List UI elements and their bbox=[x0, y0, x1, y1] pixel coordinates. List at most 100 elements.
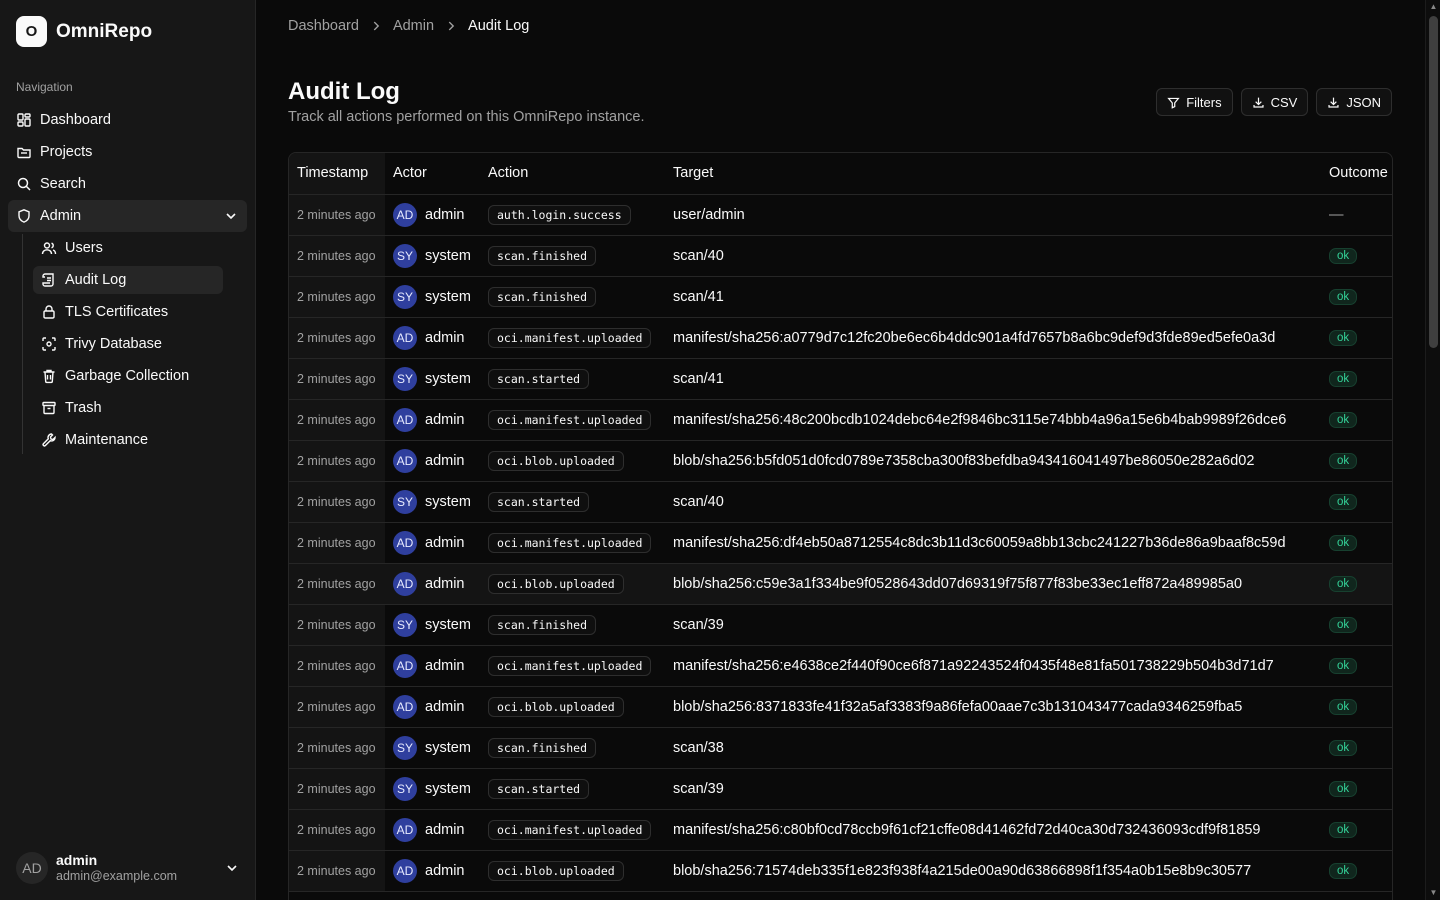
table-row[interactable]: 2 minutes ago AD admin oci.blob.uploaded blo… bbox=[289, 686, 1392, 727]
column-header-action[interactable]: Action bbox=[480, 153, 665, 195]
table-row[interactable]: 2 minutes ago SY system scan.finished scan/3… bbox=[289, 727, 1392, 768]
action-badge: oci.manifest.uploaded bbox=[488, 409, 652, 430]
sidebar-item-trivy-database[interactable]: Trivy Database bbox=[33, 330, 223, 358]
filters-button[interactable]: Filters bbox=[1156, 88, 1233, 116]
cell-action: oci.blob.uploaded bbox=[480, 850, 665, 891]
dashboard-icon bbox=[17, 113, 31, 127]
table-row[interactable]: 2 minutes ago SY system scan.finished scan/3… bbox=[289, 604, 1392, 645]
cell-outcome: ok bbox=[1321, 399, 1392, 440]
filter-icon bbox=[1167, 97, 1180, 109]
actor-name: system bbox=[425, 780, 471, 797]
sidebar-item-admin[interactable]: Admin bbox=[8, 200, 247, 232]
status-badge: ok bbox=[1329, 699, 1358, 715]
table-row[interactable]: 2 minutes ago AD admin oci.manifest.uploade… bbox=[289, 645, 1392, 686]
status-badge: ok bbox=[1329, 863, 1358, 879]
cell-actor: SY system bbox=[385, 481, 480, 522]
cell-outcome: ok bbox=[1321, 645, 1392, 686]
table-row[interactable]: 2 minutes ago SY system scan.started scan/40… bbox=[289, 481, 1392, 522]
column-header-timestamp[interactable]: Timestamp bbox=[289, 153, 385, 195]
chevron-down-icon[interactable] bbox=[223, 208, 239, 224]
table-row[interactable]: 2 minutes ago AD admin oci.manifest.uploade… bbox=[289, 809, 1392, 850]
chevron-down-icon[interactable] bbox=[224, 860, 240, 876]
chevron-right-icon bbox=[448, 21, 455, 31]
sidebar-item-label: Admin bbox=[40, 208, 82, 224]
table-row[interactable]: 2 minutes ago AD admin oci.blob.uploaded blo… bbox=[289, 850, 1392, 891]
table-row[interactable]: 2 minutes ago AD admin oci.blob.uploaded blo… bbox=[289, 440, 1392, 481]
cell-outcome: ok bbox=[1321, 440, 1392, 481]
scrollbar[interactable]: ▲ ▼ bbox=[1425, 0, 1440, 900]
sidebar-item-users[interactable]: Users bbox=[33, 234, 223, 262]
column-header-actor[interactable]: Actor bbox=[385, 153, 480, 195]
status-badge: ok bbox=[1329, 330, 1358, 346]
sidebar-item-label: Search bbox=[40, 176, 86, 192]
breadcrumb-current: Audit Log bbox=[468, 18, 530, 34]
breadcrumb-admin[interactable]: Admin bbox=[393, 18, 434, 34]
json-label: JSON bbox=[1346, 94, 1381, 110]
action-badge: scan.started bbox=[488, 368, 590, 389]
avatar: SY bbox=[393, 489, 417, 514]
actor-name: admin bbox=[425, 206, 465, 223]
cell-outcome: ok bbox=[1321, 727, 1392, 768]
avatar: AD bbox=[16, 852, 48, 884]
cell-outcome: ok bbox=[1321, 276, 1392, 317]
action-badge: scan.finished bbox=[488, 614, 597, 635]
cell-actor: SY system bbox=[385, 235, 480, 276]
breadcrumb-dashboard[interactable]: Dashboard bbox=[288, 18, 359, 34]
sidebar-item-search[interactable]: Search bbox=[8, 168, 247, 200]
table-row[interactable]: 2 minutes ago SY system scan.started scan/41… bbox=[289, 358, 1392, 399]
scan-icon bbox=[42, 337, 56, 351]
cell-actor: AD admin bbox=[385, 522, 480, 563]
sidebar-item-dashboard[interactable]: Dashboard bbox=[8, 104, 247, 136]
cell-target: manifest/sha256:a0779d7c12fc20be6ec6b4dd… bbox=[673, 329, 1276, 346]
table-row[interactable]: 2 minutes ago AD admin oci.manifest.uploade… bbox=[289, 317, 1392, 358]
status-badge: ok bbox=[1329, 576, 1358, 592]
sidebar-item-projects[interactable]: Projects bbox=[8, 136, 247, 168]
avatar: AD bbox=[393, 202, 417, 227]
actor: AD admin bbox=[393, 571, 472, 596]
table-row[interactable]: 2 minutes ago AD admin auth.login.success us… bbox=[289, 194, 1392, 235]
user-menu[interactable]: AD admin admin@example.com bbox=[16, 852, 240, 884]
cell-actor: SY system bbox=[385, 358, 480, 399]
status-badge: ok bbox=[1329, 453, 1358, 469]
sidebar-item-tls-certificates[interactable]: TLS Certificates bbox=[33, 298, 223, 326]
table-row[interactable]: 2 minutes ago SY system scan.finished scan/4… bbox=[289, 276, 1392, 317]
table-row[interactable]: 2 minutes ago AD admin oci.manifest.uploade… bbox=[289, 399, 1392, 440]
brand-logo: O bbox=[16, 16, 47, 47]
column-header-target[interactable]: Target bbox=[665, 153, 1321, 195]
table-row[interactable]: 2 minutes ago AD admin oci.manifest.uploade… bbox=[289, 522, 1392, 563]
cell-action: scan.finished bbox=[480, 276, 665, 317]
sidebar-item-trash[interactable]: Trash bbox=[33, 394, 223, 422]
scroll-down-arrow-icon[interactable]: ▼ bbox=[1429, 889, 1438, 897]
scroll-up-arrow-icon[interactable]: ▲ bbox=[1429, 3, 1438, 11]
avatar: AD bbox=[393, 653, 417, 678]
avatar: AD bbox=[393, 325, 417, 350]
table-row[interactable]: 2 minutes ago SY system scan.started scan/39… bbox=[289, 768, 1392, 809]
cell-timestamp: 2 minutes ago bbox=[289, 317, 385, 358]
export-csv-button[interactable]: CSV bbox=[1240, 88, 1309, 116]
filters-label: Filters bbox=[1186, 94, 1222, 110]
actor-name: system bbox=[425, 370, 471, 387]
cell-timestamp: 2 minutes ago bbox=[289, 481, 385, 522]
actor-name: admin bbox=[425, 575, 465, 592]
actor: AD admin bbox=[393, 202, 472, 227]
cell-target: blob/sha256:8371833fe41f32a5af3383f9a86f… bbox=[673, 698, 1243, 715]
actor: AD admin bbox=[393, 858, 472, 883]
sidebar-item-maintenance[interactable]: Maintenance bbox=[33, 426, 223, 454]
export-json-button[interactable]: JSON bbox=[1316, 88, 1392, 116]
user-name: admin bbox=[56, 852, 98, 868]
scroll-thumb[interactable] bbox=[1429, 16, 1438, 348]
cell-actor: AD admin bbox=[385, 317, 480, 358]
brand[interactable]: O OmniRepo bbox=[16, 16, 152, 47]
user-info: admin admin@example.com bbox=[56, 852, 177, 884]
table-row[interactable]: 2 minutes ago AD admin oci.blob.uploaded blo… bbox=[289, 563, 1392, 604]
sidebar-item-garbage-collection[interactable]: Garbage Collection bbox=[33, 362, 223, 390]
cell-timestamp: 2 minutes ago bbox=[289, 235, 385, 276]
table-row[interactable]: 2 minutes ago SY system scan.finished scan/4… bbox=[289, 235, 1392, 276]
sidebar-item-label: Trash bbox=[65, 400, 102, 416]
actor-name: admin bbox=[425, 698, 465, 715]
audit-log-table: Timestamp Actor Action Target Outcome 2 … bbox=[288, 152, 1393, 900]
sidebar-item-audit-log[interactable]: Audit Log bbox=[33, 266, 223, 294]
cell-timestamp: 2 minutes ago bbox=[289, 645, 385, 686]
column-header-outcome[interactable]: Outcome bbox=[1321, 153, 1392, 195]
actor-name: admin bbox=[425, 821, 465, 838]
